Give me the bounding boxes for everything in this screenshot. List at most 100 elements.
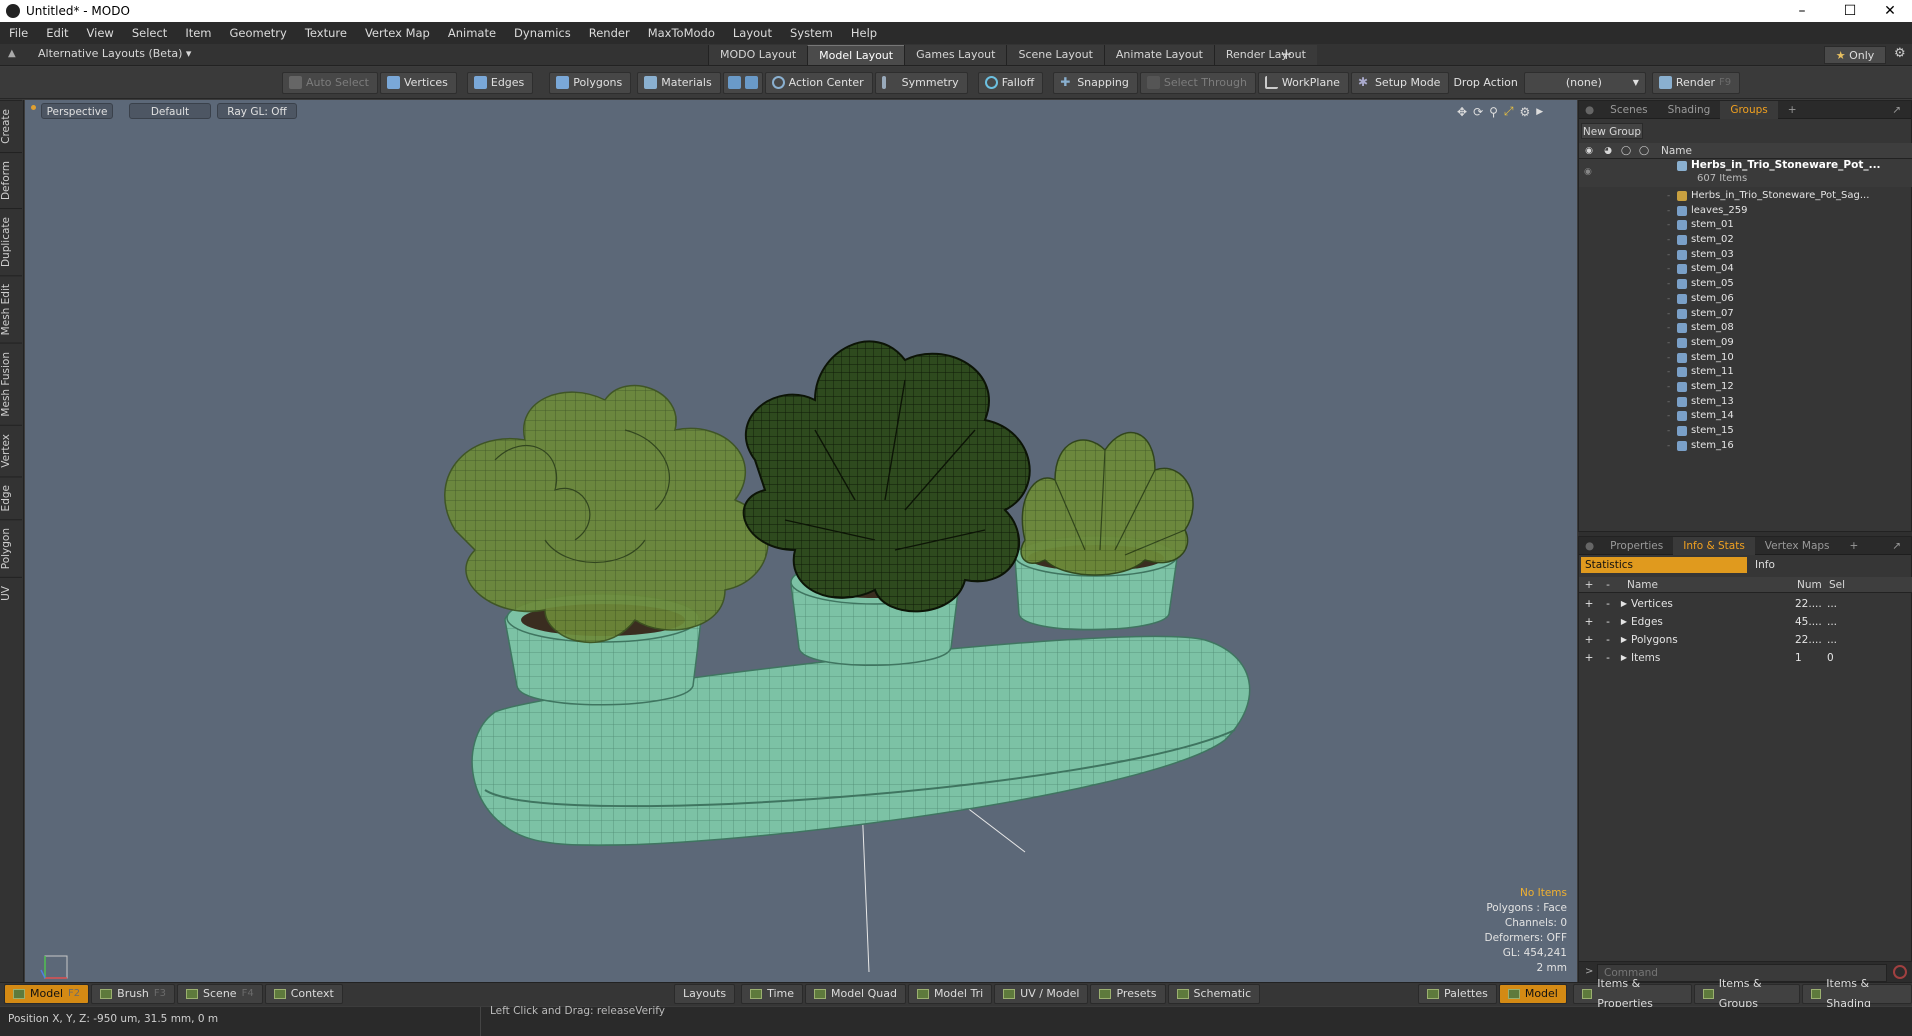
new-group-button[interactable]: New Group	[1581, 123, 1643, 139]
collapse-row-button[interactable]: -	[1599, 613, 1617, 631]
left-tab-edge[interactable]: Edge	[0, 475, 22, 520]
menu-geometry[interactable]: Geometry	[221, 22, 296, 44]
add-info-tab-button[interactable]: +	[1840, 537, 1869, 555]
collapse-row-button[interactable]: -	[1599, 595, 1617, 613]
bottom-brush-button[interactable]: Brush F3	[91, 984, 176, 1004]
expand-panel-icon[interactable]: ↗	[1882, 101, 1911, 119]
group-item-row[interactable]: - stem_07	[1579, 307, 1912, 322]
left-tab-polygon[interactable]: Polygon	[0, 519, 22, 578]
group-item-row[interactable]: - stem_01	[1579, 218, 1912, 233]
root-eye-icon[interactable]: ◉	[1584, 167, 1592, 177]
left-tab-uv[interactable]: UV	[0, 577, 22, 610]
vertices-button[interactable]: Vertices	[379, 71, 457, 94]
bottom-context-button[interactable]: Context	[264, 984, 343, 1004]
left-tab-mesh-fusion[interactable]: Mesh Fusion	[0, 343, 22, 425]
group-item-row[interactable]: - stem_11	[1579, 365, 1912, 380]
info-tab[interactable]: Info	[1747, 559, 1775, 571]
menu-item[interactable]: Item	[176, 22, 220, 44]
menu-texture[interactable]: Texture	[296, 22, 356, 44]
bottom-schematic-button[interactable]: Schematic	[1167, 984, 1261, 1004]
bottom-time-button[interactable]: Time	[741, 984, 804, 1004]
edges-button[interactable]: Edges	[466, 71, 534, 94]
visibility-col-icon[interactable]: ◉	[1579, 146, 1599, 156]
menu-dynamics[interactable]: Dynamics	[505, 22, 580, 44]
bottom-uv-model-button[interactable]: UV / Model	[994, 984, 1089, 1004]
only-toggle[interactable]: ★ Only	[1824, 46, 1886, 64]
layout-tab-scene-layout[interactable]: Scene Layout	[1006, 45, 1104, 65]
group-item-row[interactable]: - stem_04	[1579, 262, 1912, 277]
materials-button[interactable]: Materials	[637, 71, 721, 94]
bottom-layouts-button[interactable]: Layouts	[674, 984, 736, 1004]
expand-info-panel-icon[interactable]: ↗	[1882, 537, 1911, 555]
close-button[interactable]: ✕	[1868, 0, 1912, 22]
panel-tab-groups[interactable]: Groups	[1720, 100, 1778, 119]
group-item-row[interactable]: - stem_06	[1579, 292, 1912, 307]
menu-vertex-map[interactable]: Vertex Map	[356, 22, 439, 44]
stats-row[interactable]: + - ▶ Edges 45.......	[1579, 613, 1912, 631]
expand-arrow-icon[interactable]: ▶	[1617, 613, 1631, 631]
stats-row[interactable]: + - ▶ Polygons 22.......	[1579, 631, 1912, 649]
info-tab-vertex-maps[interactable]: Vertex Maps	[1755, 537, 1840, 555]
group-item-row[interactable]: - stem_10	[1579, 351, 1912, 366]
select-col-icon[interactable]: ◯	[1635, 146, 1653, 156]
collapse-row-button[interactable]: -	[1599, 631, 1617, 649]
layout-tab-model-layout[interactable]: Model Layout	[807, 45, 905, 65]
group-item-row[interactable]: - stem_02	[1579, 233, 1912, 248]
stats-row[interactable]: + - ▶ Vertices 22.......	[1579, 595, 1912, 613]
gear-icon[interactable]: ⚙	[1894, 46, 1906, 61]
menu-file[interactable]: File	[0, 22, 37, 44]
layout-tab-animate-layout[interactable]: Animate Layout	[1103, 45, 1214, 65]
workplane-button[interactable]: WorkPlane	[1257, 71, 1349, 94]
menu-select[interactable]: Select	[123, 22, 176, 44]
bottom-scene-button[interactable]: Scene F4	[177, 984, 263, 1004]
left-tab-deform[interactable]: Deform	[0, 151, 22, 208]
left-tab-duplicate[interactable]: Duplicate	[0, 207, 22, 275]
panel-tab-shading[interactable]: Shading	[1658, 101, 1721, 119]
bottom-model-quad-button[interactable]: Model Quad	[805, 984, 906, 1004]
bottom-right-items-shading-button[interactable]: Items & Shading	[1801, 977, 1912, 1010]
stats-row[interactable]: + - ▶ Items 1 0	[1579, 649, 1912, 667]
menu-edit[interactable]: Edit	[37, 22, 77, 44]
setup-mode-button[interactable]: ✱ Setup Mode	[1350, 71, 1450, 94]
group-item-row[interactable]: - leaves_259	[1579, 204, 1912, 219]
layout-selector[interactable]: Alternative Layouts (Beta) ▾	[38, 47, 191, 60]
expand-arrow-icon[interactable]: ▶	[1617, 595, 1631, 613]
group-item-row[interactable]: - Herbs_in_Trio_Stoneware_Pot_Sag...	[1579, 189, 1912, 204]
bottom-right-model-button[interactable]: Model	[1498, 984, 1567, 1004]
menu-maxtomodo[interactable]: MaxToModo	[639, 22, 724, 44]
select-through-button[interactable]: Select Through	[1139, 71, 1256, 94]
bottom-model-button[interactable]: Model F2	[4, 984, 90, 1004]
add-tab-button[interactable]: +	[1778, 101, 1807, 119]
menu-animate[interactable]: Animate	[439, 22, 505, 44]
group-item-row[interactable]: - stem_05	[1579, 277, 1912, 292]
group-item-row[interactable]: - stem_16	[1579, 439, 1912, 454]
group-item-row[interactable]: - stem_03	[1579, 248, 1912, 263]
layout-tab-modo-layout[interactable]: MODO Layout	[708, 45, 808, 65]
layout-up-icon[interactable]: ▲	[8, 48, 16, 59]
polygons-button[interactable]: Polygons	[549, 71, 632, 94]
drop-action-select[interactable]: (none) ▼	[1523, 71, 1646, 94]
group-root-row[interactable]: ◉ Herbs_in_Trio_Stoneware_Pot_... 607 It…	[1579, 159, 1912, 187]
left-tab-vertex[interactable]: Vertex	[0, 424, 22, 476]
layout-tab-games-layout[interactable]: Games Layout	[904, 45, 1007, 65]
bottom-right-items-groups-button[interactable]: Items & Groups	[1694, 977, 1800, 1010]
render-col-icon[interactable]: ◕	[1599, 146, 1617, 156]
bottom-right-items-properties-button[interactable]: Items & Properties	[1572, 977, 1693, 1010]
menu-layout[interactable]: Layout	[724, 22, 781, 44]
left-tab-create[interactable]: Create	[0, 100, 22, 152]
expand-arrow-icon[interactable]: ▶	[1617, 631, 1631, 649]
group-item-row[interactable]: - stem_12	[1579, 380, 1912, 395]
snapping-button[interactable]: ✚ Snapping	[1053, 71, 1138, 94]
statistics-tab[interactable]: Statistics	[1581, 557, 1747, 573]
info-tab-info-stats[interactable]: Info & Stats	[1673, 536, 1755, 555]
expand-arrow-icon[interactable]: ▶	[1617, 649, 1631, 667]
menu-help[interactable]: Help	[842, 22, 886, 44]
minimize-button[interactable]: –	[1780, 0, 1824, 22]
falloff-button[interactable]: Falloff	[977, 71, 1044, 94]
group-item-row[interactable]: - stem_15	[1579, 424, 1912, 439]
panel-tab-scenes[interactable]: Scenes	[1600, 101, 1657, 119]
panel-menu-icon[interactable]: ●	[1579, 101, 1600, 119]
layout-tab-render-layout[interactable]: Render Layout	[1213, 45, 1317, 65]
action-center-button[interactable]: Action Center	[764, 71, 873, 94]
bottom-right-palettes-button[interactable]: Palettes	[1418, 984, 1497, 1004]
